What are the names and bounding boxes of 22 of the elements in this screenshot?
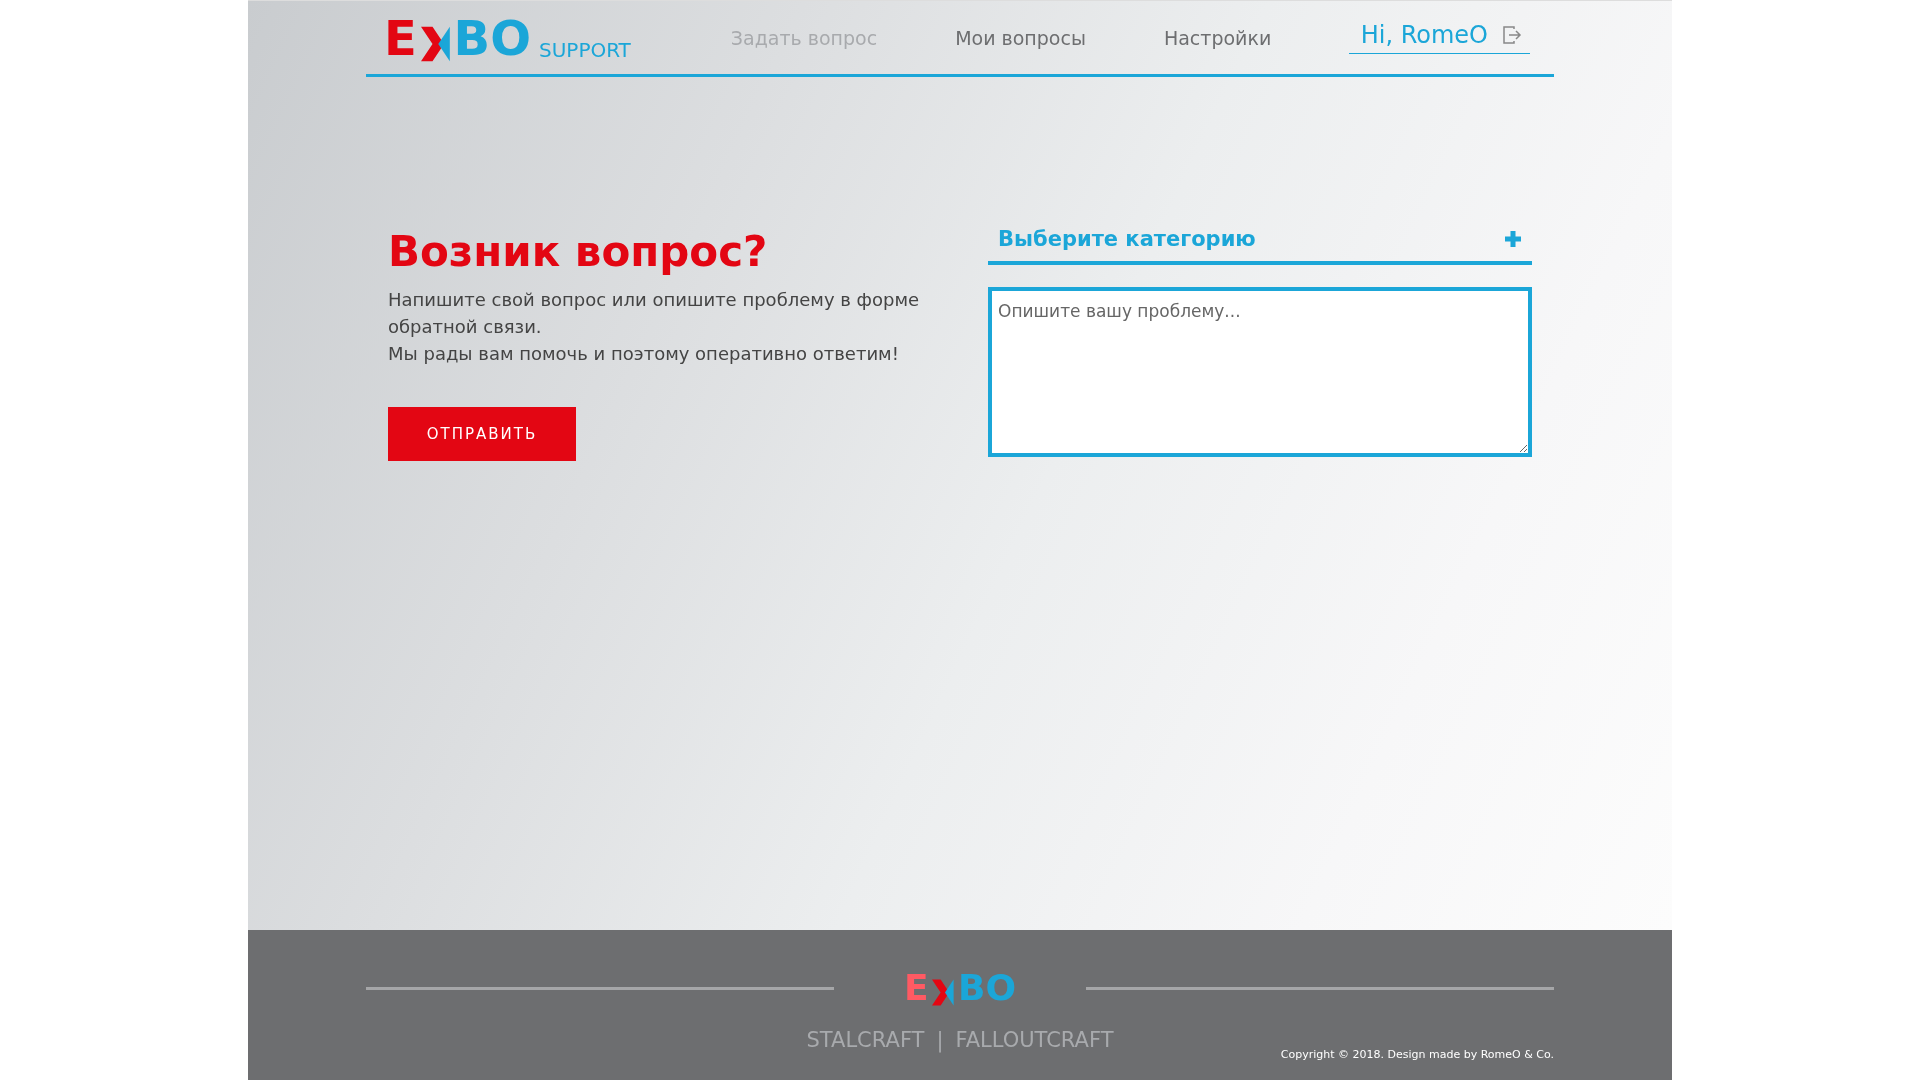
logo-text: E [903, 970, 929, 1006]
logo-text: BO [958, 970, 1017, 1006]
send-button[interactable]: ОТПРАВИТЬ [388, 407, 576, 461]
footer-link[interactable]: STALCRAFT [806, 1028, 925, 1052]
logo-subtitle: SUPPORT [539, 37, 631, 62]
nav-link[interactable]: Настройки [1163, 26, 1272, 49]
intro-paragraph: Мы рады вам помочь и поэтому оперативно ответим! [388, 342, 900, 366]
logout-icon [1502, 25, 1522, 45]
problem-textarea[interactable]: Опишите вашу проблему... [988, 287, 1532, 457]
user-link[interactable]: Hi, RomeO [1348, 21, 1530, 54]
intro-paragraph: Напишите свой вопрос или опишите проблему в форме обратной связи. [388, 288, 921, 339]
chevron-logo-icon [420, 25, 450, 62]
nav-link[interactable]: Мои вопросы [955, 26, 1086, 49]
chevron-logo-icon [932, 979, 955, 1006]
link-separator: | [936, 1028, 944, 1052]
page-title: Возник вопрос? [388, 227, 769, 276]
plus-icon [1504, 230, 1522, 248]
copyright-text: Copyright © 2018. Design made by RomeO & Co. [1280, 1048, 1554, 1061]
logo-text: E [384, 13, 417, 62]
footer-link[interactable]: FALLOUTCRAFT [955, 1028, 1114, 1052]
category-select[interactable]: Выберите категорию [988, 227, 1532, 265]
logo-text: BO [453, 13, 531, 62]
